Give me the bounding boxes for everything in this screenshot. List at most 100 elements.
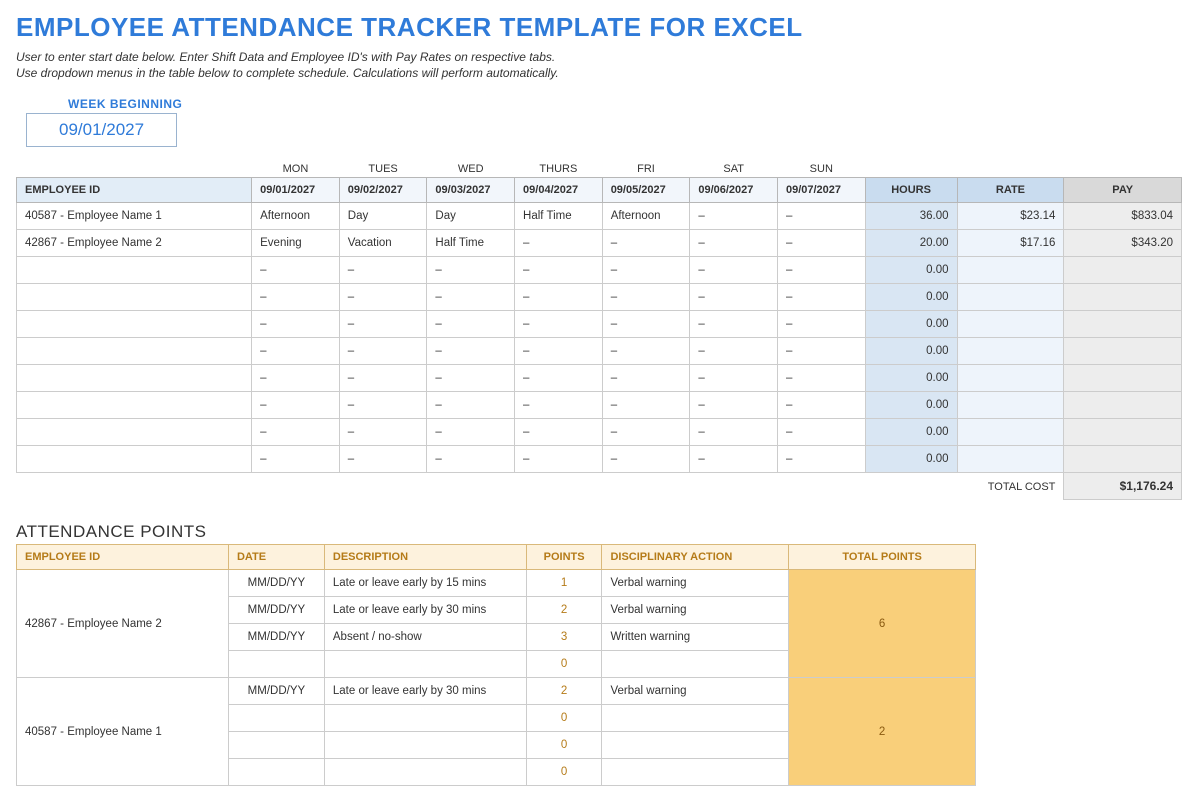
shift-cell[interactable]: –	[777, 446, 865, 473]
shift-cell[interactable]: –	[427, 338, 515, 365]
shift-cell[interactable]: –	[690, 365, 778, 392]
shift-cell[interactable]: –	[777, 338, 865, 365]
points-desc-cell[interactable]: Late or leave early by 30 mins	[324, 597, 526, 624]
employee-id-cell[interactable]	[17, 392, 252, 419]
points-date-cell[interactable]: MM/DD/YY	[228, 678, 324, 705]
shift-cell[interactable]: –	[777, 365, 865, 392]
shift-cell[interactable]: –	[515, 311, 603, 338]
shift-cell[interactable]: –	[690, 419, 778, 446]
points-action-cell[interactable]: Verbal warning	[602, 597, 789, 624]
shift-cell[interactable]: –	[515, 419, 603, 446]
shift-cell[interactable]: –	[427, 446, 515, 473]
shift-cell[interactable]: –	[690, 446, 778, 473]
shift-cell[interactable]: –	[602, 284, 690, 311]
shift-cell[interactable]: –	[602, 446, 690, 473]
points-date-cell[interactable]	[228, 759, 324, 786]
employee-id-cell[interactable]	[17, 338, 252, 365]
shift-cell[interactable]: –	[690, 338, 778, 365]
points-action-cell[interactable]: Written warning	[602, 624, 789, 651]
shift-cell[interactable]: Day	[427, 203, 515, 230]
shift-cell[interactable]: –	[427, 311, 515, 338]
shift-cell[interactable]: –	[427, 365, 515, 392]
points-desc-cell[interactable]	[324, 759, 526, 786]
shift-cell[interactable]: –	[690, 284, 778, 311]
employee-id-cell[interactable]	[17, 419, 252, 446]
shift-cell[interactable]: –	[515, 257, 603, 284]
shift-cell[interactable]: –	[252, 284, 340, 311]
shift-cell[interactable]: –	[777, 230, 865, 257]
points-desc-cell[interactable]: Late or leave early by 15 mins	[324, 570, 526, 597]
points-action-cell[interactable]: Verbal warning	[602, 678, 789, 705]
shift-cell[interactable]: –	[339, 419, 427, 446]
shift-cell[interactable]: –	[339, 446, 427, 473]
shift-cell[interactable]: –	[515, 392, 603, 419]
shift-cell[interactable]: –	[777, 203, 865, 230]
shift-cell[interactable]: –	[252, 257, 340, 284]
shift-cell[interactable]: –	[515, 284, 603, 311]
shift-cell[interactable]: –	[690, 257, 778, 284]
points-desc-cell[interactable]	[324, 705, 526, 732]
shift-cell[interactable]: –	[339, 257, 427, 284]
shift-cell[interactable]: –	[515, 338, 603, 365]
employee-id-cell[interactable]: 40587 - Employee Name 1	[17, 203, 252, 230]
shift-cell[interactable]: –	[777, 392, 865, 419]
points-date-cell[interactable]	[228, 651, 324, 678]
shift-cell[interactable]: Evening	[252, 230, 340, 257]
points-action-cell[interactable]	[602, 705, 789, 732]
points-action-cell[interactable]: Verbal warning	[602, 570, 789, 597]
shift-cell[interactable]: –	[602, 365, 690, 392]
shift-cell[interactable]: Vacation	[339, 230, 427, 257]
points-desc-cell[interactable]: Late or leave early by 30 mins	[324, 678, 526, 705]
shift-cell[interactable]: –	[777, 311, 865, 338]
shift-cell[interactable]: Afternoon	[252, 203, 340, 230]
week-beginning-input[interactable]: 09/01/2027	[26, 113, 177, 147]
shift-cell[interactable]: –	[515, 230, 603, 257]
shift-cell[interactable]: –	[252, 446, 340, 473]
shift-cell[interactable]: –	[339, 365, 427, 392]
shift-cell[interactable]: –	[690, 392, 778, 419]
employee-id-cell[interactable]	[17, 311, 252, 338]
points-action-cell[interactable]	[602, 651, 789, 678]
shift-cell[interactable]: Half Time	[427, 230, 515, 257]
points-employee-cell[interactable]: 42867 - Employee Name 2	[17, 570, 229, 678]
shift-cell[interactable]: –	[602, 392, 690, 419]
shift-cell[interactable]: –	[252, 338, 340, 365]
points-desc-cell[interactable]	[324, 732, 526, 759]
employee-id-cell[interactable]	[17, 284, 252, 311]
shift-cell[interactable]: –	[427, 257, 515, 284]
shift-cell[interactable]: –	[252, 365, 340, 392]
shift-cell[interactable]: –	[602, 257, 690, 284]
shift-cell[interactable]: –	[690, 311, 778, 338]
employee-id-cell[interactable]	[17, 446, 252, 473]
shift-cell[interactable]: –	[427, 392, 515, 419]
shift-cell[interactable]: –	[339, 311, 427, 338]
employee-id-cell[interactable]	[17, 257, 252, 284]
shift-cell[interactable]: Afternoon	[602, 203, 690, 230]
points-date-cell[interactable]: MM/DD/YY	[228, 597, 324, 624]
shift-cell[interactable]: –	[339, 284, 427, 311]
shift-cell[interactable]: –	[339, 338, 427, 365]
shift-cell[interactable]: –	[515, 446, 603, 473]
shift-cell[interactable]: –	[690, 203, 778, 230]
shift-cell[interactable]: Half Time	[515, 203, 603, 230]
points-desc-cell[interactable]: Absent / no-show	[324, 624, 526, 651]
employee-id-cell[interactable]: 42867 - Employee Name 2	[17, 230, 252, 257]
shift-cell[interactable]: –	[427, 419, 515, 446]
points-date-cell[interactable]: MM/DD/YY	[228, 570, 324, 597]
points-desc-cell[interactable]	[324, 651, 526, 678]
shift-cell[interactable]: –	[777, 257, 865, 284]
points-date-cell[interactable]: MM/DD/YY	[228, 624, 324, 651]
shift-cell[interactable]: –	[602, 311, 690, 338]
points-action-cell[interactable]	[602, 759, 789, 786]
points-date-cell[interactable]	[228, 705, 324, 732]
shift-cell[interactable]: –	[515, 365, 603, 392]
shift-cell[interactable]: –	[252, 392, 340, 419]
shift-cell[interactable]: –	[777, 419, 865, 446]
shift-cell[interactable]: –	[602, 230, 690, 257]
shift-cell[interactable]: –	[427, 284, 515, 311]
shift-cell[interactable]: –	[252, 419, 340, 446]
shift-cell[interactable]: –	[690, 230, 778, 257]
shift-cell[interactable]: –	[602, 419, 690, 446]
shift-cell[interactable]: –	[777, 284, 865, 311]
shift-cell[interactable]: Day	[339, 203, 427, 230]
